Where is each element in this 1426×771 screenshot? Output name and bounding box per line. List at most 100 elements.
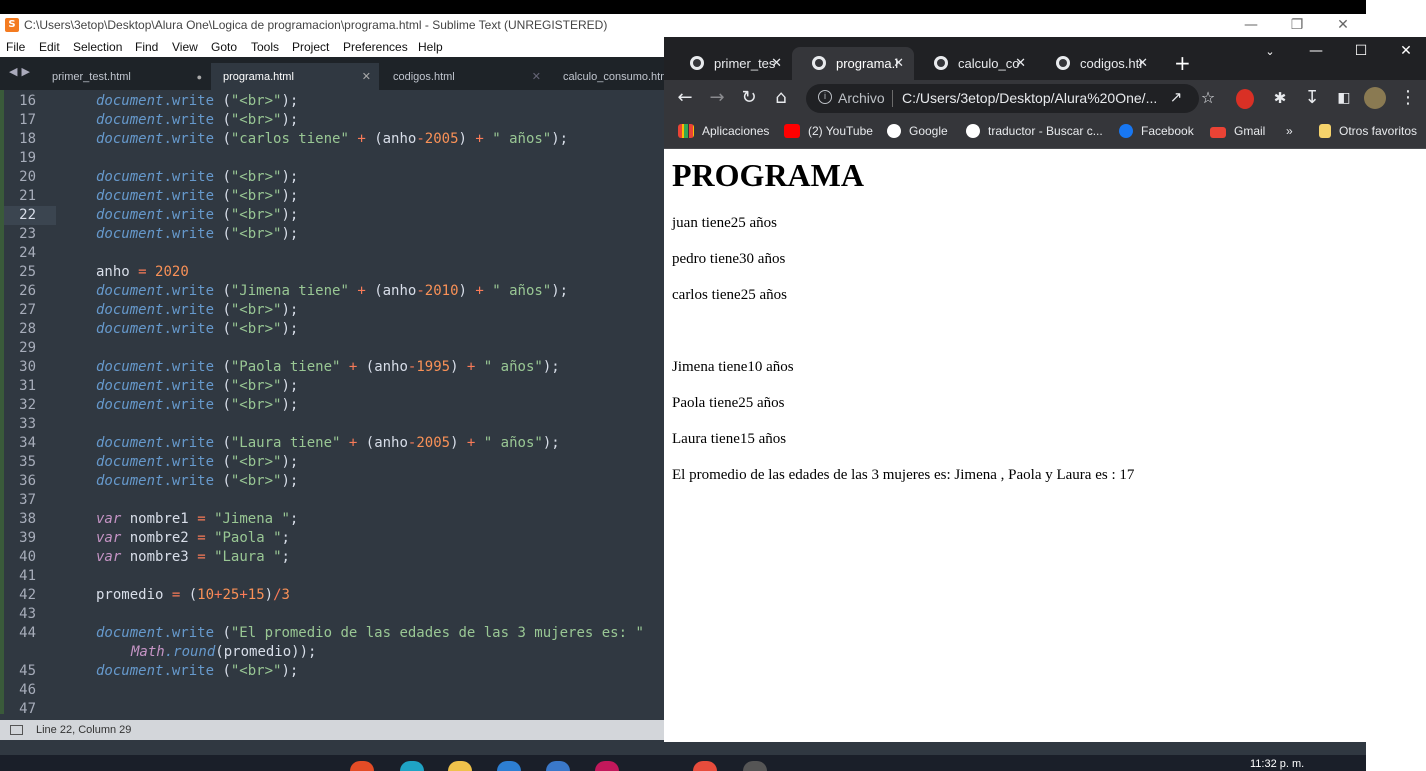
taskbar-explorer-icon[interactable] [448,761,472,771]
line-number: 32 [19,397,36,413]
menu-help[interactable]: Help [418,40,443,54]
home-icon[interactable]: ⌂ [769,87,793,111]
more-bookmarks-icon[interactable]: » [1286,124,1293,138]
adblock-icon[interactable] [1236,89,1254,109]
tab-label: codigos.html [393,71,455,83]
browser-tab-programa[interactable]: programa.h ✕ [792,47,914,80]
address-bar[interactable]: i Archivo C:/Users/3etop/Desktop/Alura%2… [806,84,1199,113]
bookmark-facebook[interactable]: Facebook [1119,124,1194,138]
bookmark-star-icon[interactable]: ☆ [1196,87,1220,111]
tab-label: calculo_co [958,56,1020,71]
browser-tab-primer-test[interactable]: primer_test ✕ [670,47,792,80]
taskbar-store-icon[interactable] [497,761,521,771]
code-line: 23 document.write ("<br>"); [0,225,664,244]
browser-tab-calculo[interactable]: calculo_co ✕ [914,47,1036,80]
globe-icon [1056,56,1070,70]
bookmark-gmail[interactable]: Gmail [1210,124,1265,138]
tab-search-icon[interactable]: ⌄ [1250,45,1290,58]
code-line: 46 [0,681,664,700]
menu-kebab-icon[interactable]: ⋮ [1396,87,1420,111]
maximize-icon[interactable]: ☐ [1341,43,1381,59]
menu-view[interactable]: View [172,40,198,54]
taskbar-app-icon[interactable] [595,761,619,771]
code-line: 26 document.write ("Jimena tiene" + (anho… [0,282,664,301]
taskbar-chrome-icon[interactable] [350,761,374,771]
share-icon[interactable]: ↗ [1164,86,1188,110]
tab-primer-test[interactable]: primer_test.html ● [40,63,210,90]
taskbar-sublime-icon[interactable] [743,761,767,771]
forward-icon[interactable]: → [705,87,729,111]
menu-selection[interactable]: Selection [73,40,122,54]
extensions-icon[interactable]: ✱ [1268,87,1292,111]
bookmark-google[interactable]: Google [887,124,948,138]
browser-tab-codigos[interactable]: codigos.htm ✕ [1036,47,1158,80]
close-tab-icon[interactable]: ✕ [1015,55,1026,71]
taskbar-edge-icon[interactable] [400,761,424,771]
tab-label: calculo_consumo.html [563,71,664,83]
tab-nav-arrows-icon[interactable]: ◀▶ [9,65,34,78]
tab-codigos[interactable]: codigos.html ✕ [381,63,549,90]
code-line: 41 [0,567,664,586]
back-icon[interactable]: ← [673,87,697,111]
code-line-current: 22 document.write ("<br>"); [0,206,664,225]
line-number: 28 [19,321,36,337]
close-tab-icon[interactable]: ✕ [532,70,541,83]
download-icon[interactable]: ↧ [1300,87,1324,111]
bookmarks-bar: Aplicaciones (2) YouTube Google traducto… [664,117,1426,149]
minimize-icon[interactable]: — [1228,14,1274,37]
taskbar-clock[interactable]: 11:32 p. m. [1250,758,1304,770]
bookmark-otros-favoritos[interactable]: Otros favoritos [1319,124,1417,138]
menu-project[interactable]: Project [292,40,329,54]
bookmark-youtube[interactable]: (2) YouTube [784,124,873,138]
close-tab-icon[interactable]: ✕ [362,70,371,83]
avatar[interactable] [1364,87,1386,109]
code-line: 45 document.write ("<br>"); [0,662,664,681]
address-url: C:/Users/3etop/Desktop/Alura%20One/... [902,90,1158,106]
menu-goto[interactable]: Goto [211,40,237,54]
menu-edit[interactable]: Edit [39,40,60,54]
tab-programa[interactable]: programa.html ✕ [211,63,379,90]
line-number: 34 [19,435,36,451]
restore-icon[interactable]: ❐ [1274,14,1320,37]
code-line: 21 document.write ("<br>"); [0,187,664,206]
close-tab-icon[interactable]: ✕ [1137,55,1148,71]
close-tab-icon[interactable]: ✕ [771,55,782,71]
output-line: carlos tiene25 años [672,287,787,303]
bookmark-traductor[interactable]: traductor - Buscar c... [966,124,1103,138]
code-line: 39 var nombre2 = "Paola "; [0,529,664,548]
minimize-icon[interactable]: — [1296,43,1336,59]
code-line: 16 document.write ("<br>"); [0,92,664,111]
modified-dot-icon[interactable]: ● [197,72,202,82]
close-tab-icon[interactable]: ✕ [893,55,904,71]
menu-file[interactable]: File [6,40,25,54]
menu-tools[interactable]: Tools [251,40,279,54]
close-icon[interactable]: ✕ [1386,43,1426,59]
tab-calculo-consumo[interactable]: calculo_consumo.html [551,63,664,90]
code-line: 31 document.write ("<br>"); [0,377,664,396]
code-line: 32 document.write ("<br>"); [0,396,664,415]
taskbar-app-icon[interactable] [546,761,570,771]
panel-toggle-icon[interactable] [10,725,23,735]
chrome-window: primer_test ✕ programa.h ✕ calculo_co ✕ … [664,37,1426,742]
page-heading: PROGRAMA [672,157,864,193]
gmail-icon [1210,127,1226,138]
menu-preferences[interactable]: Preferences [343,40,408,54]
site-info-icon[interactable]: i [818,90,832,104]
code-line: 25 anho = 2020 [0,263,664,282]
new-tab-icon[interactable]: + [1174,51,1191,75]
address-divider [892,90,893,107]
tab-label: primer_test [714,56,776,71]
bookmark-aplicaciones[interactable]: Aplicaciones [678,124,769,138]
reload-icon[interactable]: ↻ [737,87,761,111]
line-number: 25 [19,264,36,280]
cursor-position: Line 22, Column 29 [36,724,132,736]
line-number: 27 [19,302,36,318]
tab-label: programa.h [836,56,898,71]
code-editor[interactable]: 16 document.write ("<br>"); 17 document.wr… [0,90,664,714]
code-line: 34 document.write ("Laura tiene" + (anho-… [0,434,664,453]
code-line: 35 document.write ("<br>"); [0,453,664,472]
side-panel-icon[interactable]: ◧ [1332,87,1356,111]
menu-find[interactable]: Find [135,40,158,54]
taskbar-app-icon[interactable] [693,761,717,771]
close-icon[interactable]: ✕ [1320,14,1366,37]
